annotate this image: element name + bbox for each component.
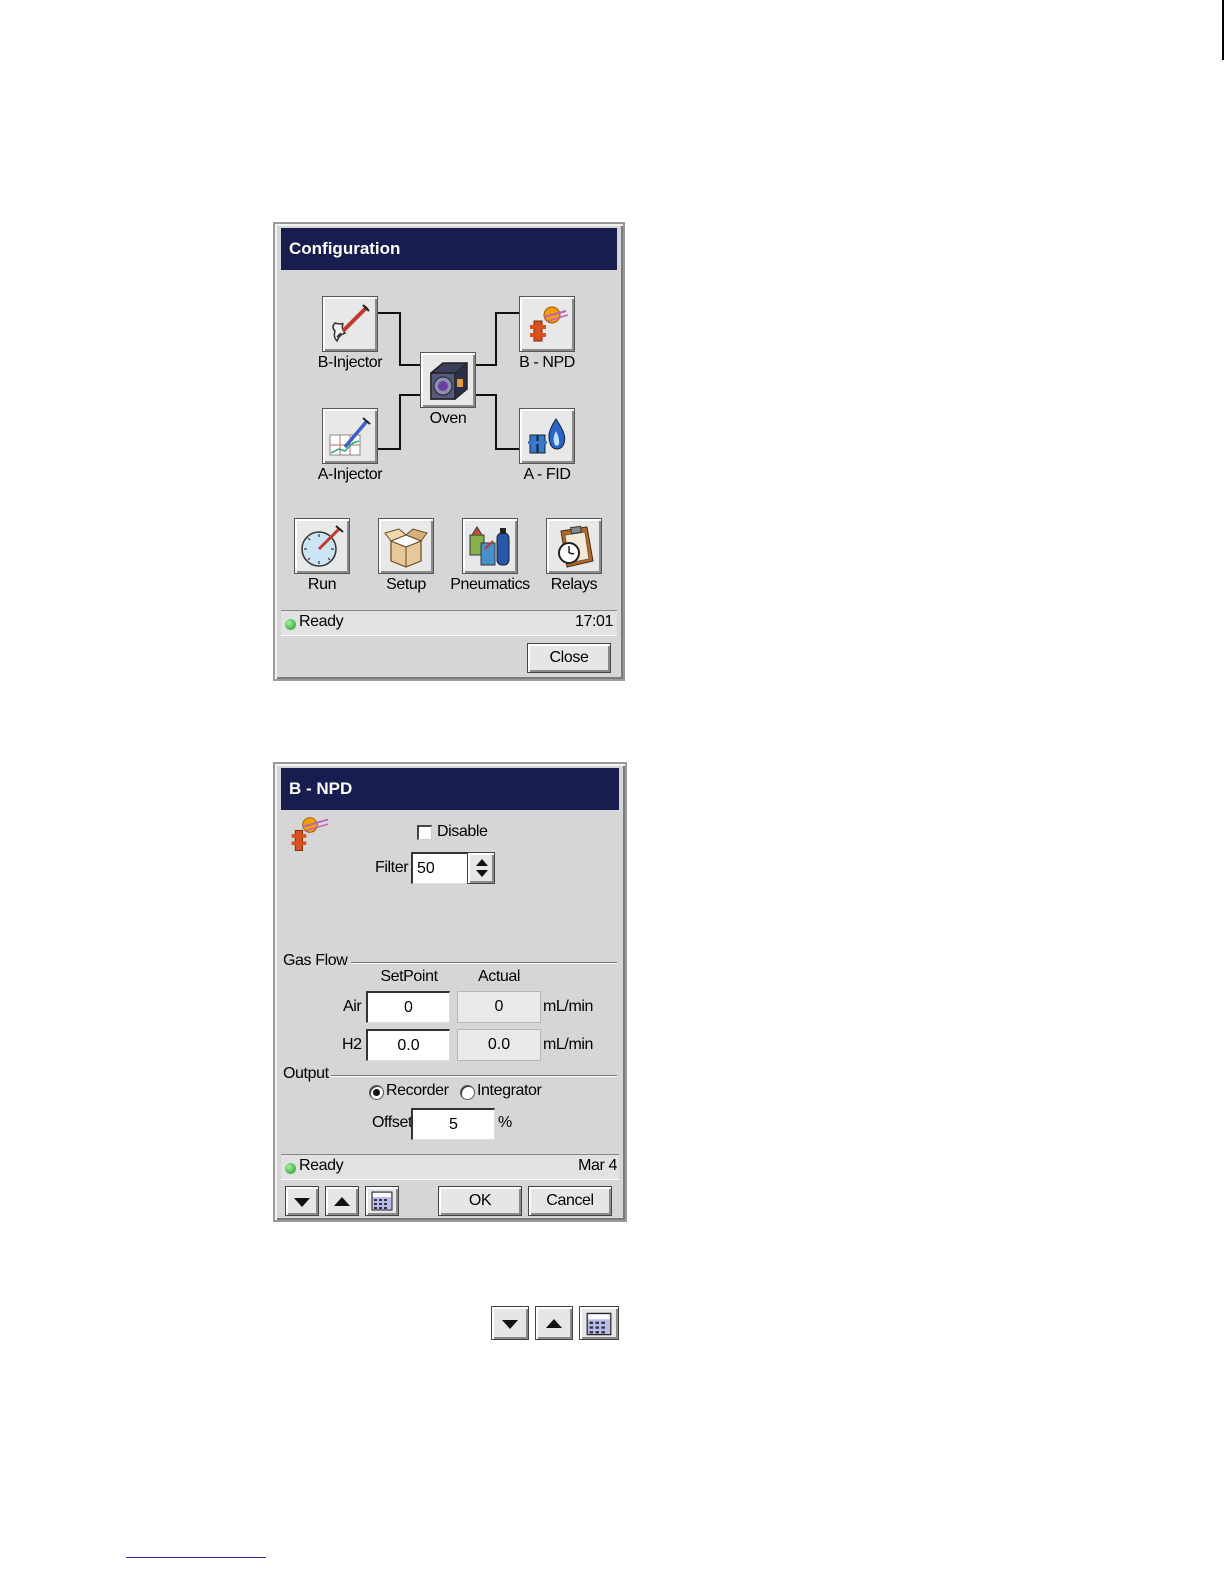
- air-actual-value: 0: [457, 991, 541, 1023]
- footnote-rule: [126, 1557, 266, 1558]
- status-text: Ready: [299, 613, 344, 630]
- recorder-radio[interactable]: [369, 1085, 384, 1100]
- h2-setpoint-input[interactable]: 0.0: [366, 1029, 450, 1061]
- b-injector-label: B-Injector: [317, 354, 383, 371]
- wire: [399, 394, 421, 396]
- fid-flame-icon: [528, 418, 566, 454]
- offset-input[interactable]: 5: [411, 1108, 495, 1140]
- status-ready-icon: [285, 619, 296, 630]
- npd-detector-icon: [530, 306, 569, 342]
- disable-checkbox[interactable]: [417, 825, 432, 840]
- setup-label: Setup: [386, 576, 426, 593]
- run-gauge-icon: [301, 525, 344, 567]
- setup-button[interactable]: [378, 518, 434, 574]
- h2-actual-value: 0.0: [457, 1029, 541, 1061]
- status-date: Mar 4: [578, 1157, 617, 1174]
- wire: [399, 364, 421, 366]
- air-unit: mL/min: [543, 998, 594, 1015]
- gas-flow-section-label: Gas Flow: [283, 952, 348, 969]
- air-setpoint-input[interactable]: 0: [366, 991, 450, 1023]
- relays-clipboard-clock-icon: [558, 525, 594, 568]
- wire: [399, 394, 401, 450]
- oven-button[interactable]: [420, 352, 476, 408]
- oven-icon: [430, 361, 468, 401]
- next-down-button[interactable]: [491, 1306, 529, 1340]
- status-time: 17:01: [574, 613, 613, 630]
- wire: [399, 312, 401, 366]
- pneumatics-button[interactable]: [462, 518, 518, 574]
- pneumatics-label: Pneumatics: [450, 576, 530, 593]
- setup-box-icon: [384, 528, 428, 568]
- arrow-up-icon: [334, 1197, 350, 1206]
- arrow-down-icon: [294, 1198, 310, 1207]
- status-bar: Ready 17:01: [281, 610, 617, 636]
- spinner-updown-icon: [476, 859, 488, 877]
- a-injector-label: A-Injector: [317, 466, 383, 483]
- section-divider: [351, 962, 617, 964]
- b-injector-button[interactable]: [322, 296, 378, 352]
- status-bar: Ready Mar 4: [281, 1154, 619, 1180]
- npd-detector-icon: [291, 817, 329, 851]
- npd-settings-window: B - NPD Disable Filter 50 Gas Flow SetPo…: [273, 762, 627, 1222]
- integrator-label: Integrator: [477, 1082, 542, 1099]
- a-fid-button[interactable]: [519, 408, 575, 464]
- wire: [377, 448, 401, 450]
- close-button[interactable]: Close: [527, 643, 611, 673]
- h2-unit: mL/min: [543, 1036, 594, 1053]
- previous-up-button[interactable]: [325, 1186, 359, 1216]
- offset-label: Offset: [372, 1114, 412, 1131]
- integrator-radio[interactable]: [460, 1085, 475, 1100]
- relays-label: Relays: [550, 576, 598, 593]
- a-injector-button[interactable]: [322, 408, 378, 464]
- ok-button[interactable]: OK: [438, 1186, 522, 1216]
- wire: [495, 448, 519, 450]
- a-fid-label: A - FID: [523, 466, 571, 483]
- wire: [495, 394, 497, 450]
- status-ready-icon: [285, 1163, 296, 1174]
- b-npd-button[interactable]: [519, 296, 575, 352]
- disable-label: Disable: [437, 823, 488, 840]
- filter-spinner[interactable]: [467, 852, 495, 884]
- injector-chart-icon: [329, 417, 371, 456]
- section-divider: [331, 1075, 617, 1077]
- configuration-window: Configuration B-Injector A-Injector Oven…: [273, 222, 625, 681]
- keypad-button[interactable]: [579, 1306, 619, 1340]
- window-title: Configuration: [281, 228, 617, 270]
- keypad-icon: [586, 1312, 612, 1336]
- h2-label: H2: [342, 1036, 362, 1053]
- wire: [475, 394, 497, 396]
- actual-header: Actual: [477, 968, 521, 985]
- run-button[interactable]: [294, 518, 350, 574]
- oven-label: Oven: [429, 410, 467, 427]
- previous-up-button[interactable]: [535, 1306, 573, 1340]
- next-down-button[interactable]: [285, 1186, 319, 1216]
- pneumatics-cylinders-icon: [469, 526, 510, 566]
- setpoint-header: SetPoint: [380, 968, 438, 985]
- arrow-down-icon: [502, 1320, 518, 1329]
- relays-button[interactable]: [546, 518, 602, 574]
- filter-label: Filter: [375, 859, 409, 876]
- wire: [495, 312, 519, 314]
- wire: [475, 364, 497, 366]
- b-npd-label: B - NPD: [519, 354, 575, 371]
- filter-input[interactable]: 50: [411, 852, 471, 884]
- wire: [495, 312, 497, 366]
- offset-unit: %: [498, 1114, 512, 1131]
- arrow-up-icon: [546, 1319, 562, 1328]
- run-label: Run: [307, 576, 337, 593]
- recorder-label: Recorder: [386, 1082, 449, 1099]
- status-text: Ready: [299, 1157, 344, 1174]
- wire: [377, 312, 401, 314]
- output-section-label: Output: [283, 1065, 329, 1082]
- keypad-button[interactable]: [365, 1186, 399, 1216]
- window-title: B - NPD: [281, 768, 619, 810]
- air-label: Air: [343, 998, 362, 1015]
- keypad-icon: [371, 1191, 393, 1211]
- cancel-button[interactable]: Cancel: [528, 1186, 612, 1216]
- injector-syringe-icon: [332, 304, 370, 343]
